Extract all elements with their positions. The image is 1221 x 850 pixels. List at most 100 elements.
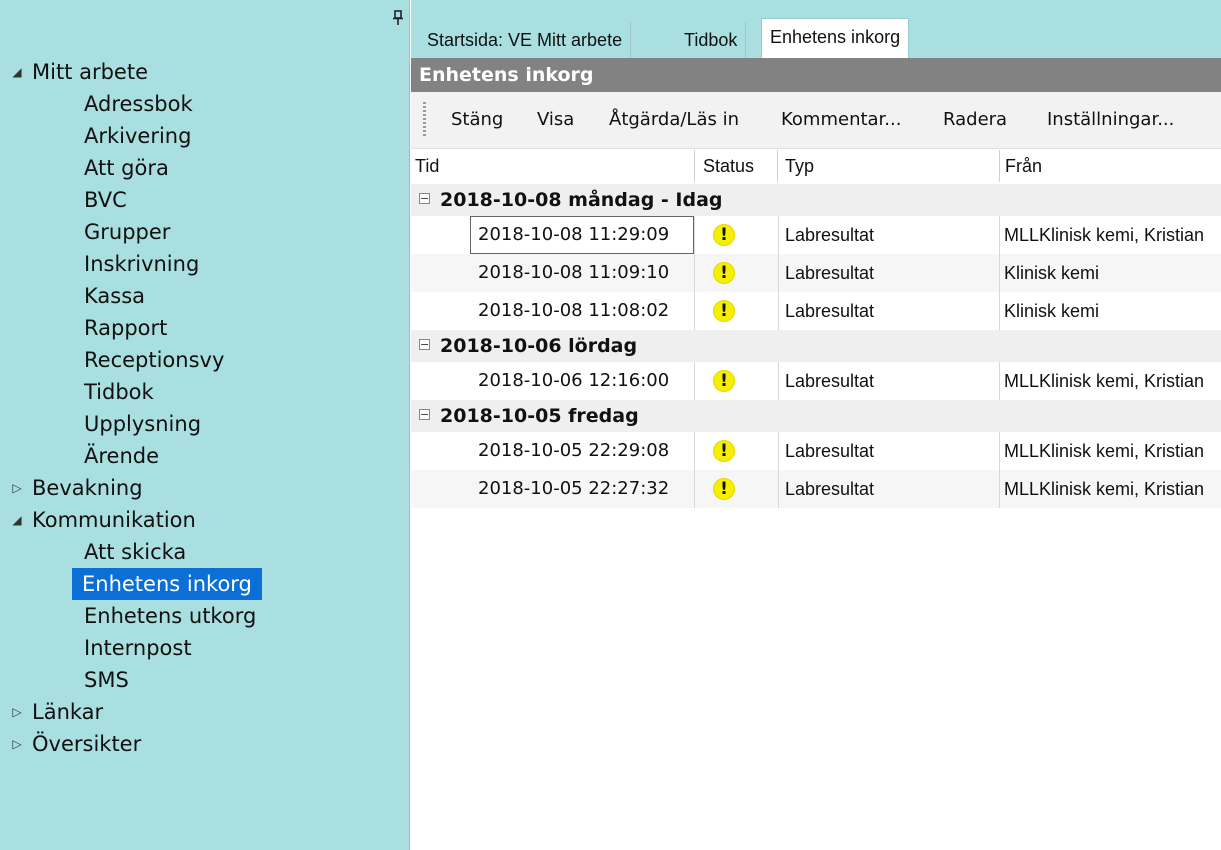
comment-button[interactable]: Kommentar... bbox=[777, 104, 905, 136]
cell-status: ! bbox=[695, 432, 778, 470]
cell-status: ! bbox=[695, 216, 778, 254]
table-row[interactable]: 2018-10-08 11:29:09! Labresultat MLLKlinis… bbox=[411, 216, 1221, 254]
cell-separator bbox=[778, 292, 779, 330]
settings-button[interactable]: Inställningar... bbox=[1043, 104, 1178, 136]
sidebar-group-bevakning[interactable]: ▷ Bevakning bbox=[0, 472, 409, 504]
cell-status: ! bbox=[695, 292, 778, 330]
sidebar-item-label: Att skicka bbox=[84, 540, 187, 564]
expanded-arrow-icon[interactable]: ◢ bbox=[10, 504, 24, 536]
sidebar-group-mitt-arbete[interactable]: ◢ Mitt arbete bbox=[0, 56, 409, 88]
sidebar-item-att-göra[interactable]: Att göra bbox=[0, 152, 409, 184]
cell-status: ! bbox=[695, 362, 778, 400]
cell-type: Labresultat bbox=[785, 263, 875, 283]
pin-icon[interactable] bbox=[391, 10, 405, 26]
cell-separator bbox=[999, 216, 1000, 254]
tab-strip: Startsida: VE Mitt arbete Tidbok Enheten… bbox=[411, 0, 1221, 58]
collapsed-arrow-icon[interactable]: ▷ bbox=[10, 728, 24, 760]
sidebar-item-label: Att göra bbox=[84, 156, 169, 180]
collapse-group-icon[interactable]: − bbox=[419, 409, 430, 420]
column-separator[interactable] bbox=[694, 150, 695, 182]
sidebar-item-label: Länkar bbox=[32, 700, 104, 724]
sidebar-item-arkivering[interactable]: Arkivering bbox=[0, 120, 409, 152]
sidebar-item-label: Enhetens inkorg bbox=[72, 568, 262, 600]
sidebar-item-label: Grupper bbox=[84, 220, 171, 244]
cell-separator bbox=[999, 432, 1000, 470]
column-separator[interactable] bbox=[777, 150, 778, 182]
tab-enhetens-inkorg[interactable]: Enhetens inkorg bbox=[761, 18, 910, 58]
cell-separator bbox=[999, 254, 1000, 292]
action-read-button[interactable]: Åtgärda/Läs in bbox=[605, 104, 743, 136]
sidebar-item-att-skicka[interactable]: Att skicka bbox=[0, 536, 409, 568]
tab-tidbok[interactable]: Tidbok bbox=[676, 22, 747, 58]
collapse-group-icon[interactable]: − bbox=[419, 339, 430, 350]
sidebar-item-bvc[interactable]: BVC bbox=[0, 184, 409, 216]
view-button[interactable]: Visa bbox=[533, 104, 578, 136]
column-header-type[interactable]: Typ bbox=[785, 148, 814, 184]
column-separator[interactable] bbox=[999, 150, 1000, 182]
sidebar-item-rapport[interactable]: Rapport bbox=[0, 312, 409, 344]
toolbar-grip-handle[interactable] bbox=[423, 102, 426, 138]
cell-from: Klinisk kemi bbox=[1004, 263, 1100, 283]
collapse-group-icon[interactable]: − bbox=[419, 193, 430, 204]
date-group-row[interactable]: −2018-10-06 lördag bbox=[411, 330, 1221, 362]
date-group-row[interactable]: −2018-10-08 måndag - Idag bbox=[411, 184, 1221, 216]
sidebar-item-label: Receptionsvy bbox=[84, 348, 225, 372]
sidebar-group-översikter[interactable]: ▷ Översikter bbox=[0, 728, 409, 760]
cell-time: 2018-10-05 22:29:08 bbox=[478, 440, 670, 461]
collapsed-arrow-icon[interactable]: ▷ bbox=[10, 472, 24, 504]
sidebar-group-länkar[interactable]: ▷ Länkar bbox=[0, 696, 409, 728]
table-row[interactable]: 2018-10-05 22:27:32! Labresultat MLLKlinis… bbox=[411, 470, 1221, 508]
toolbar: Stäng Visa Åtgärda/Läs in Kommentar... R… bbox=[411, 92, 1221, 149]
cell-time: 2018-10-06 12:16:00 bbox=[478, 370, 670, 391]
sidebar-item-label: Upplysning bbox=[84, 412, 202, 436]
warning-icon: ! bbox=[713, 224, 735, 246]
sidebar-item-inskrivning[interactable]: Inskrivning bbox=[0, 248, 409, 280]
cell-from: MLLKlinisk kemi, Kristian bbox=[1004, 479, 1205, 499]
cell-separator bbox=[694, 216, 695, 254]
warning-icon: ! bbox=[713, 370, 735, 392]
warning-icon: ! bbox=[713, 262, 735, 284]
cell-time: 2018-10-05 22:27:32 bbox=[478, 478, 670, 499]
date-group-label: 2018-10-06 lördag bbox=[440, 335, 638, 357]
table-row[interactable]: 2018-10-06 12:16:00! Labresultat MLLKlinis… bbox=[411, 362, 1221, 400]
cell-from: MLLKlinisk kemi, Kristian bbox=[1004, 441, 1205, 461]
date-group-row[interactable]: −2018-10-05 fredag bbox=[411, 400, 1221, 432]
cell-separator bbox=[778, 254, 779, 292]
sidebar-item-enhetens-utkorg[interactable]: Enhetens utkorg bbox=[0, 600, 409, 632]
column-header-time[interactable]: Tid bbox=[415, 148, 439, 184]
expanded-arrow-icon[interactable]: ◢ bbox=[10, 56, 24, 88]
delete-button[interactable]: Radera bbox=[939, 104, 1011, 136]
sidebar-item-ärende[interactable]: Ärende bbox=[0, 440, 409, 472]
cell-separator bbox=[778, 470, 779, 508]
sidebar-item-adressbok[interactable]: Adressbok bbox=[0, 88, 409, 120]
tab-startsida[interactable]: Startsida: VE Mitt arbete bbox=[419, 22, 632, 58]
sidebar-item-kassa[interactable]: Kassa bbox=[0, 280, 409, 312]
sidebar-item-label: Arkivering bbox=[84, 124, 192, 148]
sidebar-item-label: Enhetens utkorg bbox=[84, 604, 257, 628]
column-header-status[interactable]: Status bbox=[703, 148, 754, 184]
sidebar-item-label: Internpost bbox=[84, 636, 192, 660]
table-row[interactable]: 2018-10-08 11:08:02! Labresultat Klinisk k… bbox=[411, 292, 1221, 330]
sidebar-item-internpost[interactable]: Internpost bbox=[0, 632, 409, 664]
cell-separator bbox=[999, 470, 1000, 508]
sidebar-item-enhetens-inkorg[interactable]: Enhetens inkorg bbox=[0, 568, 409, 600]
cell-type: Labresultat bbox=[785, 301, 875, 321]
sidebar-item-tidbok[interactable]: Tidbok bbox=[0, 376, 409, 408]
sidebar-item-grupper[interactable]: Grupper bbox=[0, 216, 409, 248]
cell-separator bbox=[999, 362, 1000, 400]
cell-separator bbox=[694, 470, 695, 508]
sidebar-item-receptionsvy[interactable]: Receptionsvy bbox=[0, 344, 409, 376]
table-row[interactable]: 2018-10-05 22:29:08! Labresultat MLLKlinis… bbox=[411, 432, 1221, 470]
table-row[interactable]: 2018-10-08 11:09:10! Labresultat Klinisk k… bbox=[411, 254, 1221, 292]
sidebar-item-upplysning[interactable]: Upplysning bbox=[0, 408, 409, 440]
main-area: Startsida: VE Mitt arbete Tidbok Enheten… bbox=[411, 0, 1221, 850]
cell-separator bbox=[694, 362, 695, 400]
close-button[interactable]: Stäng bbox=[447, 104, 507, 136]
sidebar-group-kommunikation[interactable]: ◢ Kommunikation bbox=[0, 504, 409, 536]
cell-type: Labresultat bbox=[785, 225, 875, 245]
panel-title: Enhetens inkorg bbox=[411, 58, 1221, 92]
table-header: Tid Status Typ Från bbox=[411, 148, 1221, 185]
column-header-from[interactable]: Från bbox=[1005, 148, 1042, 184]
collapsed-arrow-icon[interactable]: ▷ bbox=[10, 696, 24, 728]
sidebar-item-sms[interactable]: SMS bbox=[0, 664, 409, 696]
